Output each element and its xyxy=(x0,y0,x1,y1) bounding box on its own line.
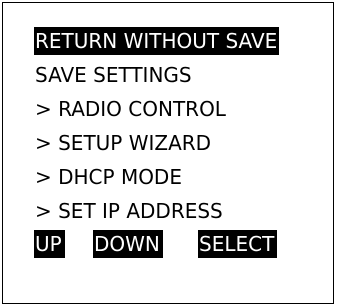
lcd-menu-screen: RETURN WITHOUT SAVE SAVE SETTINGS > RADI… xyxy=(2,2,334,304)
down-softkey[interactable]: DOWN xyxy=(93,230,163,258)
select-softkey[interactable]: SELECT xyxy=(198,230,278,258)
menu-item-save-settings[interactable]: SAVE SETTINGS xyxy=(34,61,194,89)
up-softkey[interactable]: UP xyxy=(34,230,65,258)
menu-item-set-ip-address[interactable]: > SET IP ADDRESS xyxy=(34,197,225,225)
menu-item-setup-wizard[interactable]: > SETUP WIZARD xyxy=(34,129,213,157)
menu-item-radio-control[interactable]: > RADIO CONTROL xyxy=(34,95,228,123)
menu-item-return-without-save[interactable]: RETURN WITHOUT SAVE xyxy=(34,27,280,55)
menu-item-dhcp-mode[interactable]: > DHCP MODE xyxy=(34,163,184,191)
